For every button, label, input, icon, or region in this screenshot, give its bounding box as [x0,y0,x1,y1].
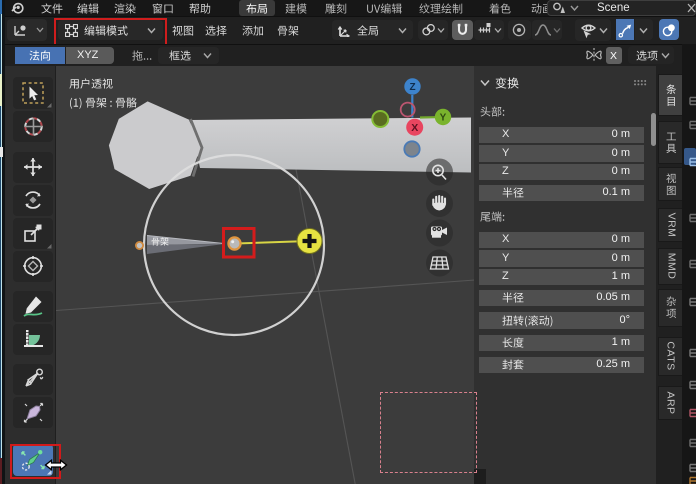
svg-text:X: X [411,122,418,134]
svg-text:Z: Z [409,82,415,93]
svg-text:Y: Y [440,113,447,124]
